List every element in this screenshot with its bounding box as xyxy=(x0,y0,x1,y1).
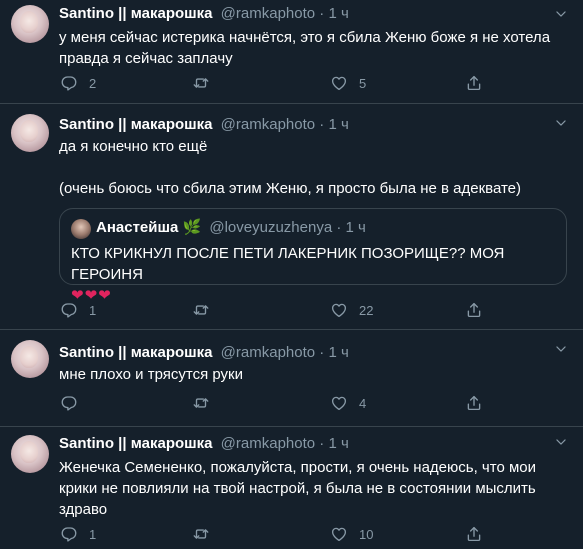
like-count: 5 xyxy=(359,75,367,91)
tweet-time[interactable]: 1 ч xyxy=(328,435,348,452)
retweet-icon xyxy=(192,394,210,412)
separator-dot: · xyxy=(319,435,325,452)
user-handle[interactable]: @ramkaphoto xyxy=(221,344,315,361)
separator-dot: · xyxy=(319,344,325,361)
quoted-avatar[interactable] xyxy=(71,219,91,239)
quoted-user-handle: @loveyuzuzhenya xyxy=(209,219,333,236)
like-count: 22 xyxy=(359,302,374,318)
tweet-actions: 1 10 xyxy=(54,524,554,544)
retweet-button[interactable] xyxy=(192,524,210,544)
retweet-icon xyxy=(192,525,210,543)
share-icon xyxy=(465,74,483,92)
tweet-actions: 4 xyxy=(54,393,554,413)
avatar[interactable] xyxy=(11,114,49,152)
retweet-button[interactable] xyxy=(192,393,210,413)
chevron-down-icon[interactable] xyxy=(554,342,568,356)
tweet-text-line: крики не повлияли на твой настрой, я был… xyxy=(59,480,536,497)
tweet-text-line: мне плохо и трясутся руки xyxy=(59,366,243,383)
reply-button[interactable] xyxy=(60,393,78,413)
separator-dot: · xyxy=(319,5,325,22)
quoted-tweet-header: Анастейша 🌿 @loveyuzuzhenya · 1 ч xyxy=(96,219,366,237)
reply-count: 2 xyxy=(89,75,97,91)
quoted-text-line: КТО КРИКНУЛ ПОСЛЕ ПЕТИ ЛАКЕРНИК ПОЗОРИЩЕ… xyxy=(71,245,505,283)
tweet[interactable]: Santino || макарошка @ramkaphoto · 1 ч д… xyxy=(0,104,583,330)
tweet-time[interactable]: 1 ч xyxy=(328,5,348,22)
tweet[interactable]: Santino || макарошка @ramkaphoto · 1 ч Ж… xyxy=(0,427,583,549)
share-button[interactable] xyxy=(465,393,483,413)
retweet-button[interactable] xyxy=(192,300,210,320)
chevron-down-icon[interactable] xyxy=(554,435,568,449)
tweet-text-line: у меня сейчас истерика начнётся, это я с… xyxy=(59,29,551,46)
avatar[interactable] xyxy=(11,435,49,473)
quoted-user-name[interactable]: Анастейша xyxy=(96,219,178,236)
tweet[interactable]: Santino || макарошка @ramkaphoto · 1 ч у… xyxy=(0,0,583,104)
user-name[interactable]: Santino || макарошка xyxy=(59,344,213,361)
share-icon xyxy=(465,525,483,543)
share-icon xyxy=(465,394,483,412)
tweet-text: у меня сейчас истерика начнётся, это я с… xyxy=(59,27,559,69)
tweet-text-line: правда я сейчас заплачу xyxy=(59,50,233,67)
reply-icon xyxy=(60,74,78,92)
user-name[interactable]: Santino || макарошка xyxy=(59,5,213,22)
share-button[interactable] xyxy=(465,524,483,544)
like-button[interactable]: 22 xyxy=(330,300,373,320)
reply-button[interactable]: 2 xyxy=(60,73,96,93)
user-name[interactable]: Santino || макарошка xyxy=(59,435,213,452)
share-icon xyxy=(465,301,483,319)
retweet-icon xyxy=(192,74,210,92)
chevron-down-icon[interactable] xyxy=(554,7,568,21)
tweet[interactable]: Santino || макарошка @ramkaphoto · 1 ч м… xyxy=(0,330,583,427)
like-count: 4 xyxy=(359,395,367,411)
like-icon xyxy=(330,525,348,543)
tweet-header: Santino || макарошка @ramkaphoto · 1 ч xyxy=(59,435,349,453)
tweet-header: Santino || макарошка @ramkaphoto · 1 ч xyxy=(59,344,349,362)
like-icon xyxy=(330,394,348,412)
like-button[interactable]: 10 xyxy=(330,524,373,544)
tweet-text-line: здраво xyxy=(59,501,108,518)
reply-icon xyxy=(60,394,78,412)
tweet-text-line: (очень боюсь что сбила этим Женю, я прос… xyxy=(59,180,522,197)
tweet-time[interactable]: 1 ч xyxy=(328,116,348,133)
retweet-icon xyxy=(192,301,210,319)
tweet-text: да я конечно кто ещё (очень боюсь что сб… xyxy=(59,136,559,199)
quoted-tweet-text: КТО КРИКНУЛ ПОСЛЕ ПЕТИ ЛАКЕРНИК ПОЗОРИЩЕ… xyxy=(71,243,556,306)
reply-count: 1 xyxy=(89,302,97,318)
share-button[interactable] xyxy=(465,300,483,320)
like-button[interactable]: 5 xyxy=(330,73,366,93)
reply-count: 1 xyxy=(89,526,97,542)
reply-button[interactable]: 1 xyxy=(60,524,96,544)
leaf-icon: 🌿 xyxy=(182,219,202,236)
share-button[interactable] xyxy=(465,73,483,93)
like-button[interactable]: 4 xyxy=(330,393,366,413)
tweet-actions: 1 22 xyxy=(54,300,554,320)
tweet-header: Santino || макарошка @ramkaphoto · 1 ч xyxy=(59,5,349,23)
avatar[interactable] xyxy=(11,5,49,43)
separator-dot: · xyxy=(336,219,342,236)
tweet-text-line: Женечка Семененко, пожалуйста, прости, я… xyxy=(59,459,536,476)
user-handle[interactable]: @ramkaphoto xyxy=(221,435,315,452)
like-count: 10 xyxy=(359,526,374,542)
tweet-actions: 2 5 xyxy=(54,73,554,93)
reply-button[interactable]: 1 xyxy=(60,300,96,320)
avatar[interactable] xyxy=(11,340,49,378)
quoted-tweet[interactable]: Анастейша 🌿 @loveyuzuzhenya · 1 ч КТО КР… xyxy=(59,208,567,304)
quoted-tweet-time: 1 ч xyxy=(345,219,366,236)
like-icon xyxy=(330,301,348,319)
tweet-header: Santino || макарошка @ramkaphoto · 1 ч xyxy=(59,116,349,134)
reply-icon xyxy=(60,301,78,319)
user-handle[interactable]: @ramkaphoto xyxy=(221,5,315,22)
tweet-text-line: да я конечно кто ещё xyxy=(59,138,208,155)
like-icon xyxy=(330,74,348,92)
chevron-down-icon[interactable] xyxy=(554,116,568,130)
separator-dot: · xyxy=(319,116,325,133)
retweet-button[interactable] xyxy=(192,73,210,93)
tweet-text: Женечка Семененко, пожалуйста, прости, я… xyxy=(59,457,559,520)
user-handle[interactable]: @ramkaphoto xyxy=(221,116,315,133)
reply-icon xyxy=(60,525,78,543)
tweet-time[interactable]: 1 ч xyxy=(328,344,348,361)
user-name[interactable]: Santino || макарошка xyxy=(59,116,213,133)
tweet-text: мне плохо и трясутся руки xyxy=(59,364,559,385)
